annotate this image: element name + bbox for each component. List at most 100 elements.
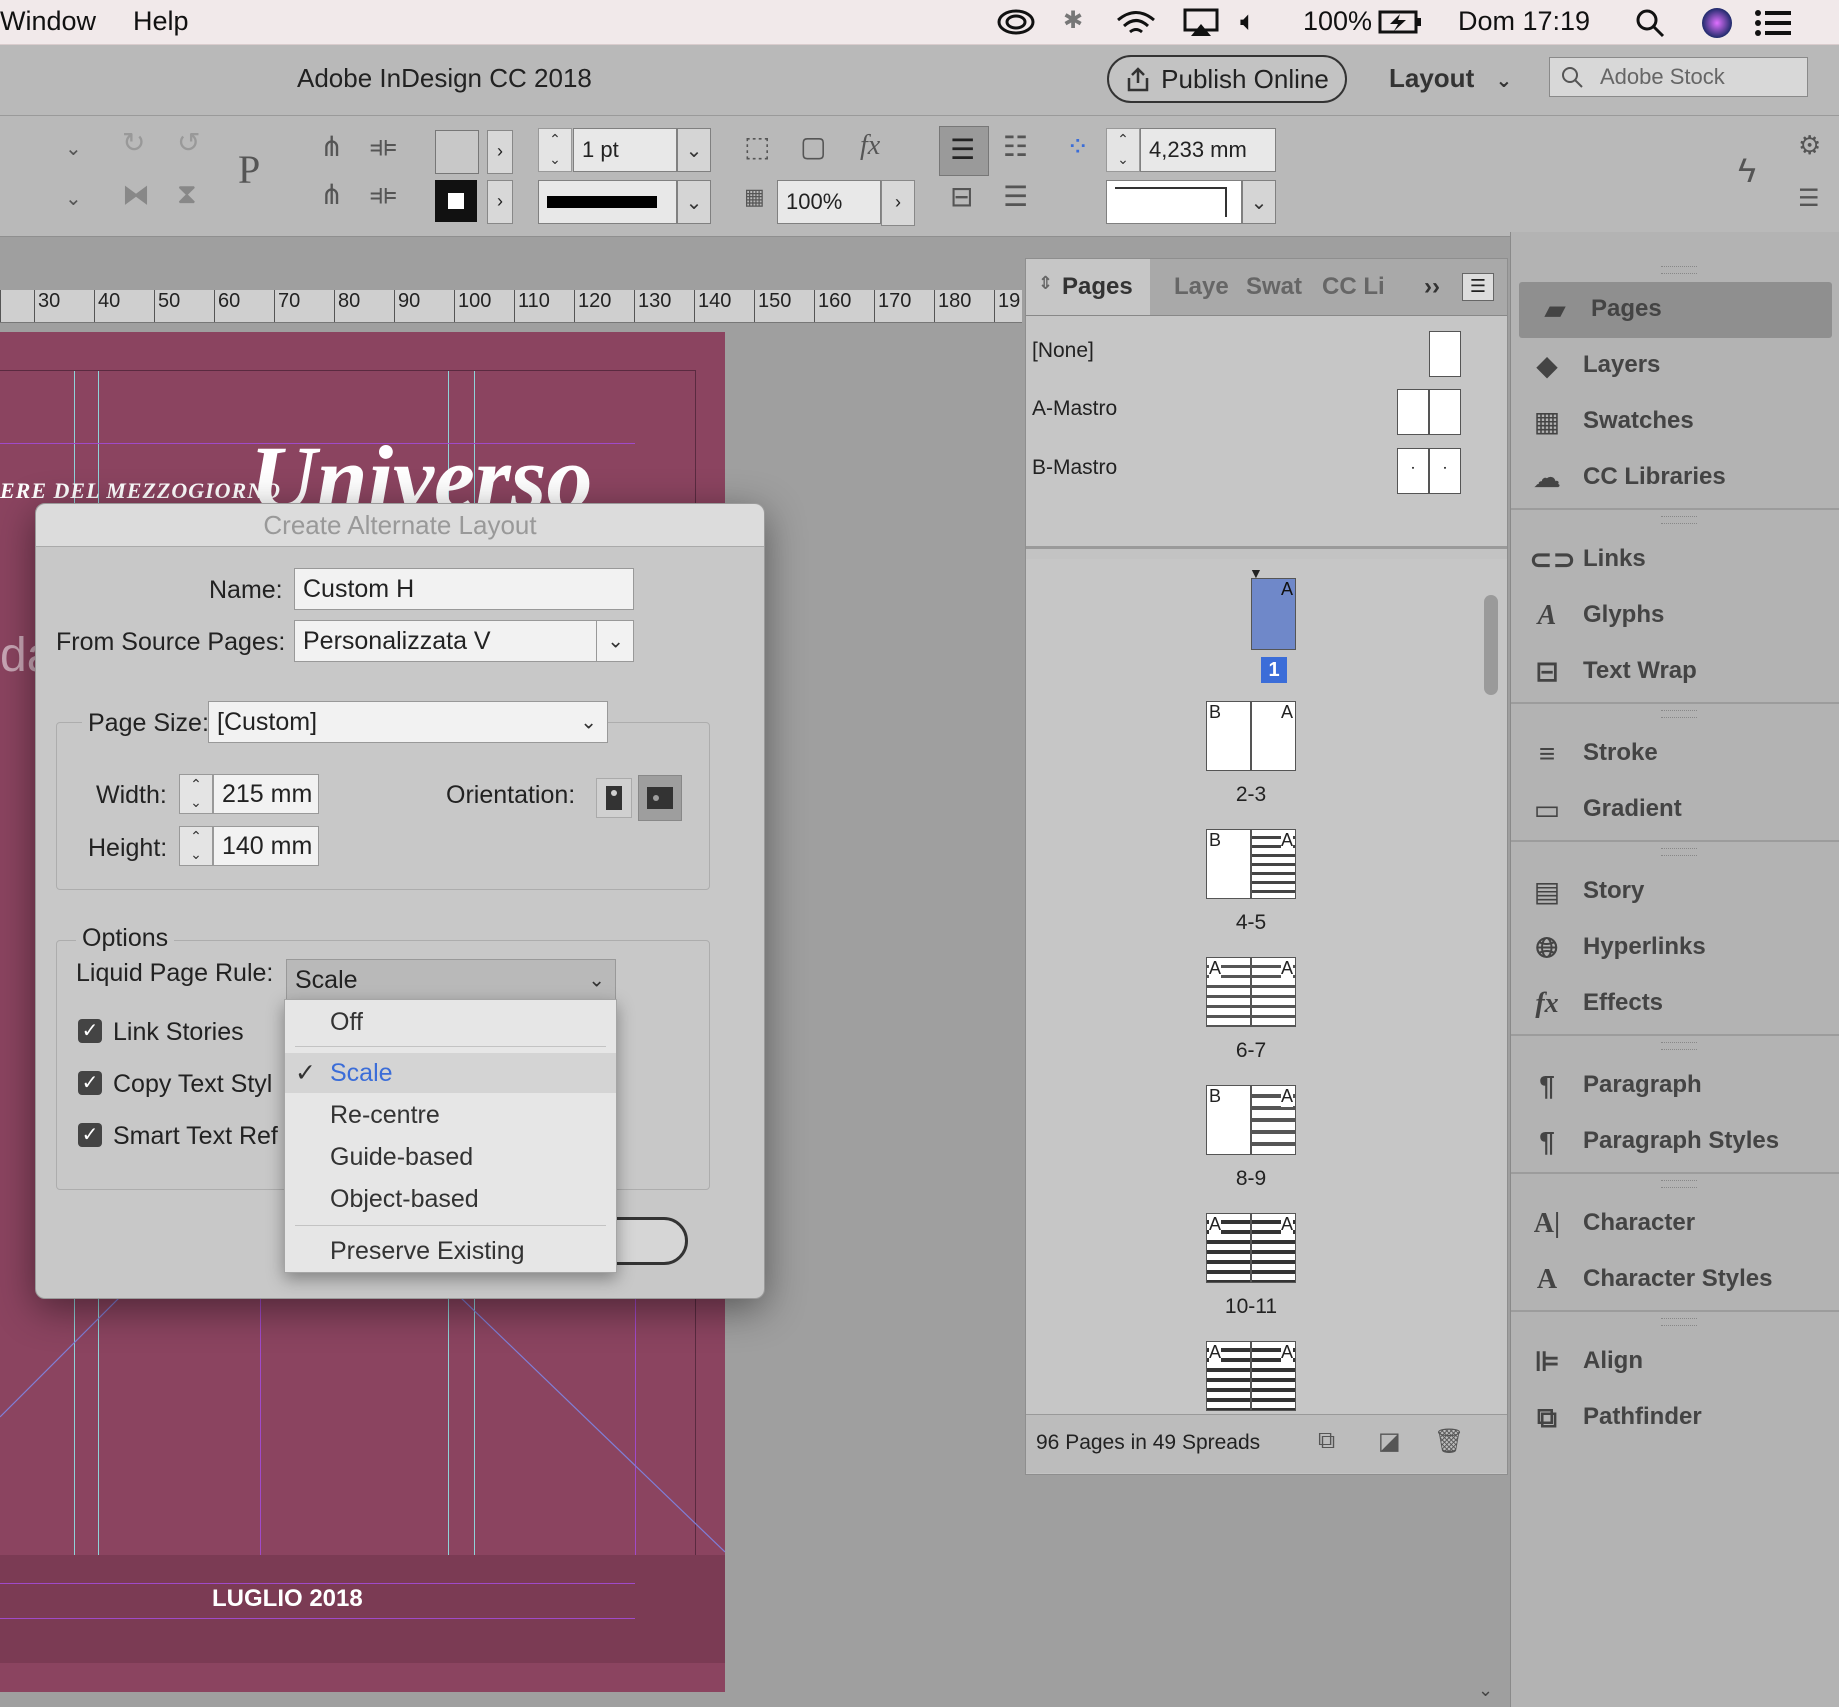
landscape-button[interactable] [638,775,682,821]
tab-cc-libraries[interactable]: CC Li [1322,273,1385,301]
dock-item-glyphs[interactable]: A Glyphs [1511,588,1839,644]
chevron-down-icon[interactable]: ⌄ [1478,1680,1493,1701]
spotlight-icon[interactable] [1635,8,1665,38]
dock-item-effects[interactable]: fx Effects [1511,976,1839,1032]
menu-item-off[interactable]: Off [285,1002,616,1042]
opacity-arrow-button[interactable]: › [881,180,915,226]
spread-number[interactable]: 6-7 [1201,1039,1301,1063]
chevron-down-icon[interactable]: ⌄ [65,186,82,211]
lightning-icon[interactable]: ϟ [1738,152,1756,191]
page-thumb[interactable]: A [1251,1341,1296,1411]
menu-item-object-based[interactable]: Object-based [285,1179,616,1219]
bluetooth-icon[interactable]: ✱ [1063,6,1083,35]
dock-item-stroke[interactable]: ≡ Stroke [1511,726,1839,782]
volume-icon[interactable]: 🔈︎ [1240,6,1256,38]
more-tabs-icon[interactable]: ›› [1424,273,1440,301]
width-input[interactable]: 215 mm [213,774,319,814]
height-stepper[interactable]: ⌃ ⌄ [179,826,213,866]
page-thumb[interactable]: A [1251,957,1296,1027]
dock-item-hyperlinks[interactable]: 🌐︎ Hyperlinks [1511,920,1839,976]
spread-number[interactable]: 8-9 [1201,1167,1301,1191]
siri-icon[interactable] [1700,6,1734,40]
frame-fitting-icon[interactable]: ⬚ [744,130,770,163]
dock-grip[interactable] [1661,1180,1697,1188]
airplay-icon[interactable] [1183,8,1219,38]
align-top-text-button[interactable]: ☰ [939,126,989,176]
dock-item-paragraph-styles[interactable]: ¶ Paragraph Styles [1511,1114,1839,1170]
dock-item-swatches[interactable]: ▦ Swatches [1511,394,1839,450]
dock-item-pathfinder[interactable]: ⧉ Pathfinder [1511,1390,1839,1446]
dock-grip[interactable] [1661,710,1697,718]
smart-text-reflow-checkbox[interactable]: ✓ [78,1123,102,1147]
master-b-thumb-left[interactable]: ▪ [1397,448,1429,494]
select-content-icon[interactable]: ⋔ [320,178,343,211]
flip-vertical-icon[interactable]: ⧗ [177,178,197,211]
link-stories-checkbox[interactable]: ✓ [78,1019,102,1043]
page-thumb[interactable]: A [1251,701,1296,771]
dock-item-gradient[interactable]: ▭ Gradient [1511,782,1839,838]
portrait-button[interactable] [596,778,632,818]
align-center-icon[interactable]: ☰ [1003,180,1028,213]
source-pages-select[interactable]: Personalizzata V ⌄ [294,620,634,662]
battery-icon[interactable] [1378,10,1422,34]
new-page-icon[interactable]: ◪ [1378,1427,1401,1456]
master-none-thumb[interactable] [1429,331,1461,377]
stroke-swatch[interactable] [435,180,477,222]
spread-number[interactable]: 10-11 [1201,1295,1301,1319]
menu-item-preserve-existing[interactable]: Preserve Existing [285,1231,616,1271]
name-input[interactable]: Custom H [294,568,634,610]
page-thumb[interactable]: A [1251,1213,1296,1283]
select-next-icon[interactable]: ⟚ [370,178,396,211]
stroke-weight-field[interactable]: 1 pt [573,128,677,172]
dock-grip[interactable] [1661,1318,1697,1326]
stroke-weight-stepper[interactable]: ⌃ ⌄ [538,128,572,172]
page-thumb[interactable]: B [1206,701,1251,771]
opacity-field[interactable]: 100% [777,180,881,224]
master-b-thumb-right[interactable]: ▪ [1429,448,1461,494]
spread-number[interactable]: 4-5 [1201,911,1301,935]
page-thumb[interactable]: A [1251,1085,1296,1155]
trash-icon[interactable]: 🗑︎ [1434,1427,1464,1456]
dock-item-cc-libraries[interactable]: ☁ CC Libraries [1511,450,1839,506]
menu-item-guide-based[interactable]: Guide-based [285,1137,616,1177]
pages-scrollbar[interactable] [1482,565,1500,1405]
page-thumb[interactable]: A [1206,957,1251,1027]
stroke-arrow-button[interactable]: › [487,180,513,224]
column-icon[interactable]: ☷ [1003,130,1028,163]
spread-number[interactable]: 2-3 [1201,783,1301,807]
rotate-ccw-icon[interactable]: ↺ [177,126,200,159]
spread-number-selected[interactable]: 1 [1261,657,1287,683]
height-input[interactable]: 140 mm [213,826,319,866]
dock-item-layers[interactable]: ◆ Layers [1511,338,1839,394]
page-thumb[interactable]: B [1206,1085,1251,1155]
stroke-weight-dropdown[interactable]: ⌄ [677,128,711,172]
drop-shadow-icon[interactable]: ▢ [800,130,826,163]
page-thumb[interactable]: A [1251,829,1296,899]
dock-item-character[interactable]: A| Character [1511,1196,1839,1252]
fill-swatch[interactable] [435,130,479,174]
dock-item-links[interactable]: ⊂⊃ Links [1511,532,1839,588]
dock-item-pages[interactable]: ▰ Pages [1519,282,1832,338]
liquid-page-rule-select[interactable]: Scale ⌄ [286,959,616,1001]
dock-grip[interactable] [1661,266,1697,274]
tab-swatches[interactable]: Swat [1246,273,1302,301]
width-stepper[interactable]: ⌃ ⌄ [179,774,213,814]
panel-menu-icon[interactable]: ☰ [1462,273,1494,301]
tab-pages[interactable]: ⇕ Pages [1026,259,1150,315]
stroke-style-dropdown[interactable]: ⌄ [1242,180,1276,224]
dock-item-character-styles[interactable]: A Character Styles [1511,1252,1839,1308]
master-b-label[interactable]: B-Mastro [1032,456,1117,480]
menu-window[interactable]: Window [0,6,96,37]
creative-cloud-icon[interactable] [996,8,1036,36]
page-thumb[interactable]: A [1206,1341,1251,1411]
flip-horizontal-icon[interactable]: ⧓ [122,178,150,211]
footer-date[interactable]: LUGLIO 2018 [212,1585,363,1613]
masthead-prefix[interactable]: ERE DEL MEZZOGIORNO [0,478,281,504]
effects-fx-icon[interactable]: fx [860,130,880,162]
master-a-label[interactable]: A-Mastro [1032,397,1117,421]
page-thumb[interactable]: B [1206,829,1251,899]
select-container-icon[interactable]: ⋔ [320,130,343,163]
notification-center-icon[interactable] [1755,10,1791,36]
dock-grip[interactable] [1661,848,1697,856]
chevron-down-icon[interactable]: ⌄ [65,136,82,161]
